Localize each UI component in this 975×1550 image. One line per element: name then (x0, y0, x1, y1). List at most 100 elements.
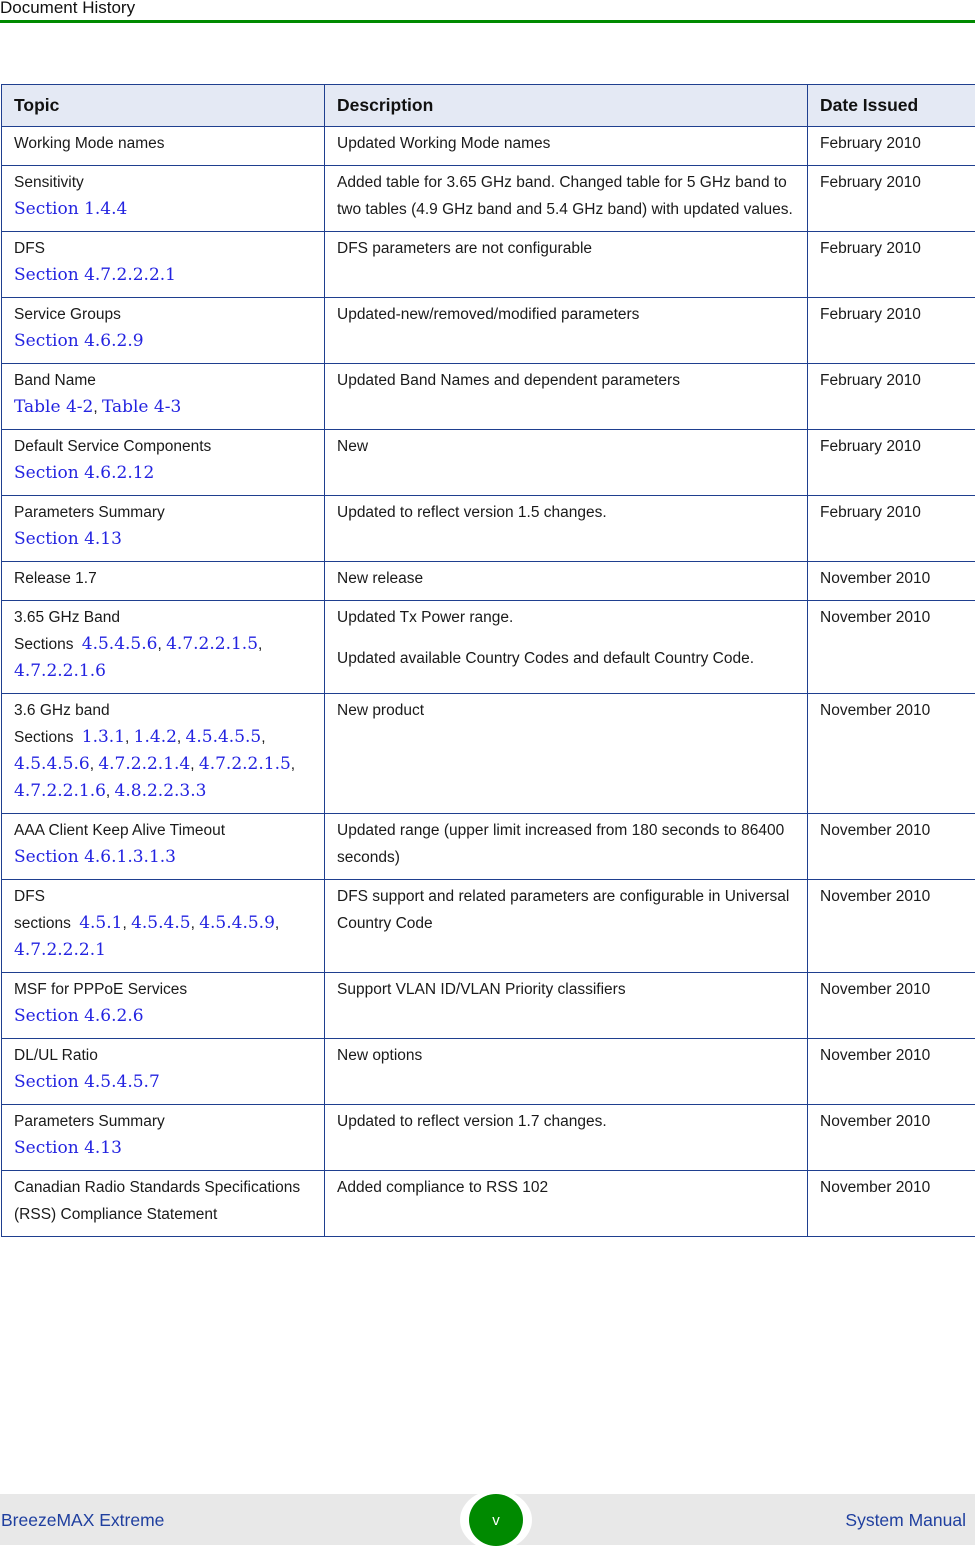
topic-cell: Band NameTable 4-2, Table 4-3 (2, 364, 325, 430)
section-link[interactable]: 4.5.4.5.5 (186, 727, 262, 747)
section-link[interactable]: Section 4.5.4.5.7 (14, 1072, 160, 1092)
section-link[interactable]: 4.5.4.5.9 (199, 913, 275, 933)
section-references: sections 4.5.1, 4.5.4.5, 4.5.4.5.9, 4.7.… (14, 910, 312, 964)
topic-text: Parameters Summary (14, 1108, 312, 1135)
description-text: New options (337, 1042, 795, 1069)
topic-cell: Default Service ComponentsSection 4.6.2.… (2, 430, 325, 496)
topic-cell: MSF for PPPoE Services Section 4.6.2.6 (2, 973, 325, 1039)
topic-text: DL/UL Ratio (14, 1042, 312, 1069)
page-number: v (492, 1512, 500, 1529)
date-issued-cell: November 2010 (808, 601, 975, 694)
table-row: Release 1.7New releaseNovember 2010 (2, 562, 975, 601)
section-link[interactable]: 1.4.2 (134, 727, 177, 747)
section-link[interactable]: Section 1.4.4 (14, 199, 127, 219)
date-issued-cell: November 2010 (808, 814, 975, 880)
section-link[interactable]: 4.7.2.2.1.6 (14, 661, 106, 681)
table-row: 3.65 GHz BandSections 4.5.4.5.6, 4.7.2.2… (2, 601, 975, 694)
table-body: Working Mode names Updated Working Mode n… (2, 127, 975, 1237)
topic-text: MSF for PPPoE Services (14, 976, 312, 1003)
table-row: SensitivitySection 1.4.4Added table for … (2, 166, 975, 232)
description-cell: New options (325, 1039, 808, 1105)
description-text: DFS parameters are not configurable (337, 235, 795, 262)
section-link[interactable]: 4.7.2.2.1.4 (98, 754, 190, 774)
table-row: AAA Client Keep Alive TimeoutSection 4.6… (2, 814, 975, 880)
table-row: Band NameTable 4-2, Table 4-3Updated Ban… (2, 364, 975, 430)
section-link[interactable]: 4.8.2.2.3.3 (115, 781, 207, 801)
description-text: New product (337, 697, 795, 724)
section-link[interactable]: 4.7.2.2.2.1 (14, 940, 106, 960)
date-issued-cell: February 2010 (808, 166, 975, 232)
section-link[interactable]: Table 4-3 (102, 397, 181, 417)
topic-text: DFS (14, 883, 312, 910)
section-link[interactable]: 4.7.2.2.1.6 (14, 781, 106, 801)
description-cell: Updated to reflect version 1.7 changes. (325, 1105, 808, 1171)
date-issued-cell: November 2010 (808, 973, 975, 1039)
topic-text: Working Mode names (14, 130, 312, 157)
table-header-row: Topic Description Date Issued (2, 85, 975, 127)
date-issued-cell: February 2010 (808, 127, 975, 166)
section-link[interactable]: 4.5.4.5 (131, 913, 190, 933)
description-text: Updated Working Mode names (337, 130, 795, 157)
section-link[interactable]: 4.7.2.2.1.5 (199, 754, 291, 774)
section-references: Section 4.7.2.2.2.1 (14, 262, 312, 289)
topic-cell: Working Mode names (2, 127, 325, 166)
section-link[interactable]: 4.7.2.2.1.5 (166, 634, 258, 654)
link-separator: , (275, 915, 279, 932)
description-cell: New (325, 430, 808, 496)
description-cell: DFS support and related parameters are c… (325, 880, 808, 973)
description-cell: Updated-new/removed/modified parameters (325, 298, 808, 364)
link-separator: , (106, 783, 115, 800)
description-text: DFS support and related parameters are c… (337, 883, 795, 937)
date-issued-cell: November 2010 (808, 880, 975, 973)
section-link[interactable]: 4.5.4.5.6 (82, 634, 158, 654)
description-cell: Updated to reflect version 1.5 changes. (325, 496, 808, 562)
date-issued-cell: November 2010 (808, 694, 975, 814)
section-link[interactable]: Table 4-2 (14, 397, 93, 417)
section-references: Sections 4.5.4.5.6, 4.7.2.2.1.5, 4.7.2.2… (14, 631, 312, 685)
section-link[interactable]: Section 4.6.2.9 (14, 331, 144, 351)
topic-text: Release 1.7 (14, 565, 312, 592)
topic-text: Canadian Radio Standards Specifications … (14, 1174, 312, 1228)
header-divider (0, 20, 975, 23)
topic-cell: Canadian Radio Standards Specifications … (2, 1171, 325, 1237)
sections-label: Sections (14, 636, 73, 653)
column-header-description: Description (325, 85, 808, 127)
topic-text: 3.65 GHz Band (14, 604, 312, 631)
date-issued-cell: November 2010 (808, 1171, 975, 1237)
description-cell: Updated Working Mode names (325, 127, 808, 166)
topic-text: Service Groups (14, 301, 312, 328)
description-text: Updated to reflect version 1.5 changes. (337, 499, 795, 526)
topic-text: 3.6 GHz band (14, 697, 312, 724)
document-history-table: Topic Description Date Issued Working Mo… (1, 84, 975, 1237)
section-link[interactable]: Section 4.6.1.3.1.3 (14, 847, 176, 867)
date-issued-cell: February 2010 (808, 364, 975, 430)
section-link[interactable]: Section 4.13 (14, 1138, 122, 1158)
date-issued-cell: February 2010 (808, 496, 975, 562)
section-references: Section 4.6.2.9 (14, 328, 312, 355)
description-cell: Added compliance to RSS 102 (325, 1171, 808, 1237)
column-header-topic: Topic (2, 85, 325, 127)
sections-label: Sections (14, 729, 73, 746)
section-link[interactable]: Section 4.6.2.12 (14, 463, 154, 483)
date-issued-cell: February 2010 (808, 298, 975, 364)
link-separator: , (125, 729, 134, 746)
section-link[interactable]: 1.3.1 (82, 727, 125, 747)
table-row: Default Service ComponentsSection 4.6.2.… (2, 430, 975, 496)
section-link[interactable]: Section 4.7.2.2.2.1 (14, 265, 176, 285)
section-link[interactable]: Section 4.13 (14, 529, 122, 549)
date-issued-cell: November 2010 (808, 1105, 975, 1171)
description-cell: New release (325, 562, 808, 601)
description-cell: Updated range (upper limit increased fro… (325, 814, 808, 880)
description-cell: New product (325, 694, 808, 814)
footer-manual-name: System Manual (845, 1510, 966, 1531)
section-link[interactable]: 4.5.1 (79, 913, 122, 933)
description-text: Updated to reflect version 1.7 changes. (337, 1108, 795, 1135)
section-references: Section 4.5.4.5.7 (14, 1069, 312, 1096)
topic-cell: 3.65 GHz BandSections 4.5.4.5.6, 4.7.2.2… (2, 601, 325, 694)
table-row: MSF for PPPoE ServicesSection 4.6.2.6Sup… (2, 973, 975, 1039)
section-link[interactable]: Section 4.6.2.6 (14, 1006, 144, 1026)
page-title: Document History (0, 0, 135, 18)
link-separator: , (191, 915, 200, 932)
table-row: DL/UL RatioSection 4.5.4.5.7New optionsN… (2, 1039, 975, 1105)
section-link[interactable]: 4.5.4.5.6 (14, 754, 90, 774)
